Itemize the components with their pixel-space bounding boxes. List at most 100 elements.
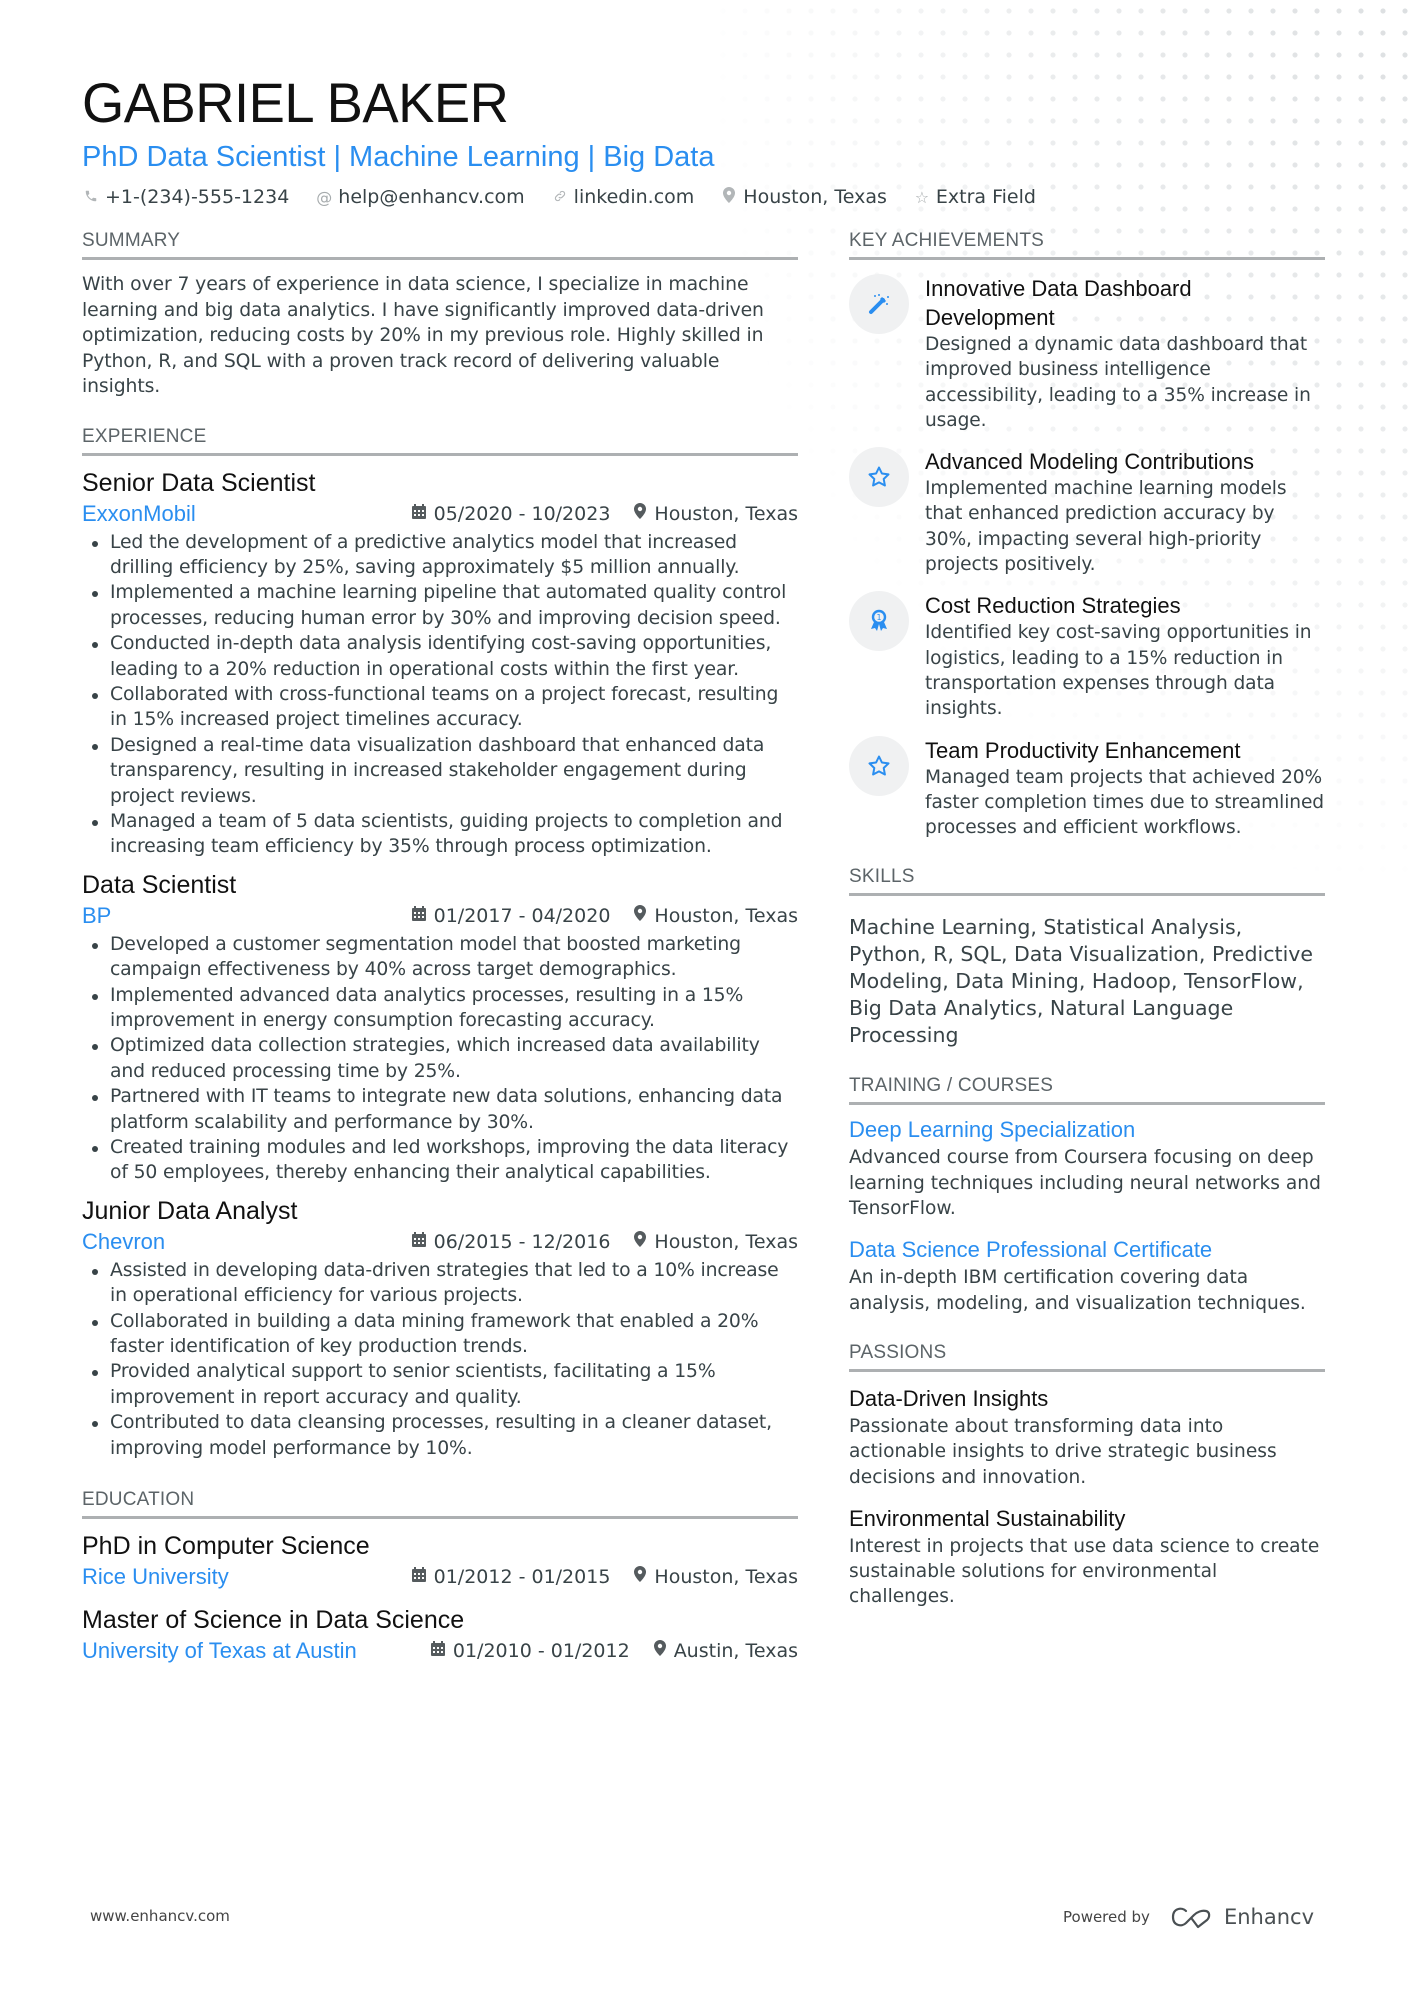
contact-location: Houston, Texas <box>720 186 887 208</box>
education-entry: Master of Science in Data Science Univer… <box>82 1603 798 1665</box>
summary-text: With over 7 years of experience in data … <box>82 274 764 397</box>
job-bullet: Conducted in-depth data analysis identif… <box>82 631 798 682</box>
left-column: SUMMARY With over 7 years of experience … <box>82 230 798 1665</box>
achievement-item: 1 Cost Reduction Strategies Identified k… <box>849 591 1325 721</box>
job-bullet: Assisted in developing data-driven strat… <box>82 1258 798 1309</box>
calendar-icon <box>411 500 426 528</box>
star-icon <box>849 447 909 508</box>
job-dates-text: 06/2015 - 12/2016 <box>433 1230 611 1253</box>
phone-icon <box>82 188 100 207</box>
contact-email[interactable]: @ help@enhancv.com <box>315 186 524 208</box>
resume-header: GABRIEL BAKER PhD Data Scientist | Machi… <box>82 70 1410 208</box>
company-name[interactable]: BP <box>82 902 412 930</box>
education-location-text: Austin, Texas <box>673 1640 798 1663</box>
at-icon: @ <box>316 187 333 207</box>
job-dates: 05/2020 - 10/2023 <box>411 500 610 528</box>
school-name[interactable]: University of Texas at Austin <box>82 1637 431 1665</box>
school-name[interactable]: Rice University <box>82 1563 412 1591</box>
job-bullet: Contributed to data cleansing processes,… <box>82 1410 798 1461</box>
footer-website-link[interactable]: www.enhancv.com <box>90 1907 230 1925</box>
contact-linkedin[interactable]: linkedin.com <box>551 186 694 208</box>
achievement-title: Advanced Modeling Contributions <box>925 449 1254 475</box>
skills-heading: SKILLS <box>849 866 1325 897</box>
key-achievements-heading: KEY ACHIEVEMENTS <box>849 230 1325 260</box>
job-title: Data Scientist <box>82 870 237 899</box>
job-dates: 01/2017 - 04/2020 <box>411 902 610 930</box>
job-meta: BP 01/2017 - 04/2020 Houston, Texas <box>82 902 798 930</box>
job-location: Houston, Texas <box>634 902 798 930</box>
passion-item: Data-Driven Insights Passionate about tr… <box>849 1384 1325 1490</box>
job-bullets: Led the development of a predictive anal… <box>82 530 798 860</box>
achievement-desc: Identified key cost-saving opportunities… <box>925 622 1312 720</box>
job-bullet: Collaborated in building a data mining f… <box>82 1309 798 1360</box>
experience-entry: Data Scientist BP 01/2017 - 04/2020 Hous… <box>82 868 798 1186</box>
candidate-headline: PhD Data Scientist | Machine Learning | … <box>82 141 715 173</box>
powered-by: Powered by Enhancv <box>1063 1905 1314 1929</box>
job-meta: Chevron 06/2015 - 12/2016 Houston, Texas <box>82 1228 798 1256</box>
education-location: Austin, Texas <box>653 1637 798 1665</box>
education-entry: PhD in Computer Science Rice University … <box>82 1529 798 1591</box>
training-heading: TRAINING / COURSES <box>849 1075 1325 1106</box>
experience-section: EXPERIENCE Senior Data Scientist ExxonMo… <box>82 426 798 1462</box>
summary-section: SUMMARY With over 7 years of experience … <box>82 230 798 400</box>
job-bullet: Developed a customer segmentation model … <box>82 932 798 983</box>
education-dates: 01/2012 - 01/2015 <box>411 1563 610 1591</box>
enhancv-brand-text: Enhancv <box>1223 1905 1314 1929</box>
achievement-item: Team Productivity Enhancement Managed te… <box>849 735 1325 841</box>
calendar-icon <box>411 1228 426 1256</box>
location-pin-icon <box>634 1228 647 1256</box>
achievement-desc: Managed team projects that achieved 20% … <box>925 766 1324 839</box>
job-bullet: Provided analytical support to senior sc… <box>82 1359 798 1410</box>
education-meta: University of Texas at Austin 01/2010 - … <box>82 1637 798 1665</box>
achievement-content: Advanced Modeling Contributions Implemen… <box>925 447 1325 577</box>
link-icon <box>551 188 569 207</box>
course-title[interactable]: Data Science Professional Certificate <box>849 1235 1325 1265</box>
job-bullet: Optimized data collection strategies, wh… <box>82 1033 798 1084</box>
achievement-desc: Designed a dynamic data dashboard that i… <box>925 334 1311 431</box>
experience-entry: Junior Data Analyst Chevron 06/2015 - 12… <box>82 1194 798 1461</box>
job-bullet: Created training modules and led worksho… <box>82 1135 798 1186</box>
contact-location-text: Houston, Texas <box>743 186 887 208</box>
company-name[interactable]: Chevron <box>82 1228 412 1256</box>
job-bullet: Implemented advanced data analytics proc… <box>82 983 798 1034</box>
location-pin-icon <box>720 187 738 207</box>
education-heading: EDUCATION <box>82 1489 798 1520</box>
calendar-icon <box>430 1637 445 1665</box>
job-title: Senior Data Scientist <box>82 468 316 497</box>
achievement-item: Innovative Data Dashboard Development De… <box>849 274 1325 433</box>
page-footer: www.enhancv.com Powered by Enhancv <box>0 1905 1410 1935</box>
contact-phone-text: +1-(234)-555-1234 <box>105 186 290 208</box>
company-name[interactable]: ExxonMobil <box>82 500 412 528</box>
job-bullet: Collaborated with cross-functional teams… <box>82 682 798 733</box>
education-dates: 01/2010 - 01/2012 <box>430 1637 630 1665</box>
achievement-desc: Implemented machine learning models that… <box>925 478 1287 576</box>
location-pin-icon <box>634 1563 647 1591</box>
course-title[interactable]: Deep Learning Specialization <box>849 1115 1325 1145</box>
job-bullet: Designed a real-time data visualization … <box>82 733 798 809</box>
course-item: Deep Learning Specialization Advanced co… <box>849 1115 1325 1221</box>
training-section: TRAINING / COURSES Deep Learning Special… <box>849 1075 1325 1315</box>
right-column: KEY ACHIEVEMENTS Innovative Data Dashboa… <box>849 230 1325 1665</box>
skills-section: SKILLS Machine Learning, Statistical Ana… <box>849 866 1325 1049</box>
key-achievements-section: KEY ACHIEVEMENTS Innovative Data Dashboa… <box>849 230 1325 840</box>
job-bullet: Partnered with IT teams to integrate new… <box>82 1084 798 1135</box>
star-outline-icon: ☆ <box>914 187 930 207</box>
job-bullet: Implemented a machine learning pipeline … <box>82 580 798 631</box>
achievement-content: Innovative Data Dashboard Development De… <box>925 274 1325 433</box>
job-bullets: Assisted in developing data-driven strat… <box>82 1258 798 1461</box>
achievement-title: Innovative Data Dashboard Development <box>925 276 1192 330</box>
location-pin-icon <box>653 1637 666 1665</box>
contact-phone[interactable]: +1-(234)-555-1234 <box>82 186 289 208</box>
passion-title: Data-Driven Insights <box>849 1385 1049 1411</box>
education-section: EDUCATION PhD in Computer Science Rice U… <box>82 1489 798 1665</box>
calendar-icon <box>411 902 426 930</box>
job-location: Houston, Texas <box>634 500 798 528</box>
job-title: Junior Data Analyst <box>82 1196 298 1225</box>
experience-entry: Senior Data Scientist ExxonMobil 05/2020… <box>82 466 798 860</box>
contact-bar: +1-(234)-555-1234 @ help@enhancv.com lin… <box>82 186 1410 208</box>
enhancv-brand[interactable]: Enhancv <box>1170 1905 1314 1929</box>
passion-desc: Interest in projects that use data scien… <box>849 1535 1320 1608</box>
skills-text: Machine Learning, Statistical Analysis, … <box>849 915 1314 1048</box>
location-pin-icon <box>634 500 647 528</box>
location-pin-icon <box>634 902 647 930</box>
